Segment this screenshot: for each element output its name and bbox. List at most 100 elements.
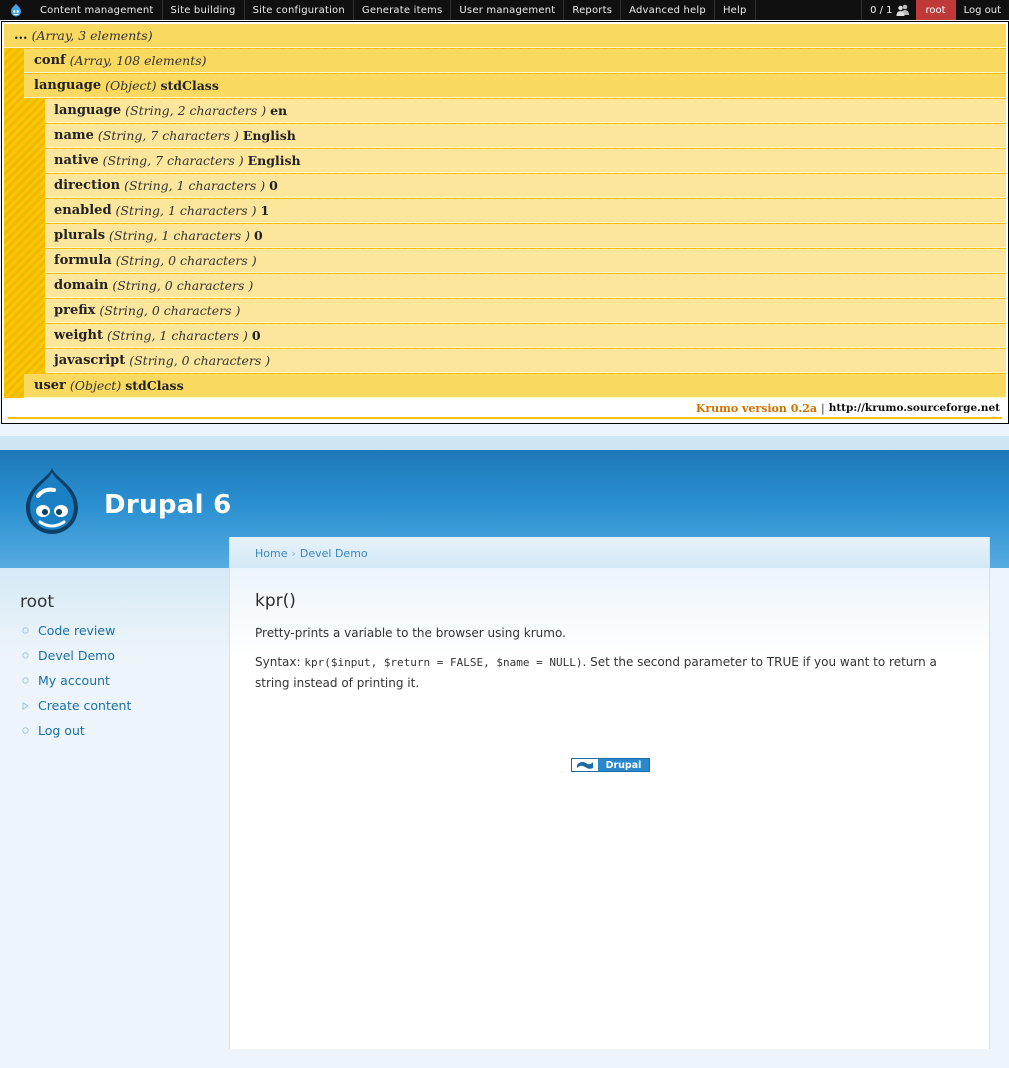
breadcrumb-home[interactable]: Home: [255, 547, 287, 560]
krumo-key: plurals: [54, 228, 106, 243]
krumo-dump: ... (Array, 3 elements) conf (Array, 108…: [1, 21, 1009, 424]
krumo-row-domain: domain (String, 0 characters ): [45, 274, 1006, 298]
sidebar-link[interactable]: My account: [38, 673, 110, 688]
krumo-value: stdClass: [160, 78, 219, 93]
triangle-bullet-icon: [22, 701, 38, 710]
krumo-type: (String, 0 characters ): [129, 353, 271, 368]
krumo-link[interactable]: http://krumo.sourceforge.net: [829, 402, 1000, 414]
syntax-text: Syntax: kpr($input, $return = FALSE, $na…: [255, 652, 964, 694]
krumo-type: (String, 7 characters ): [102, 153, 244, 168]
sidebar-menu: Code review Devel Demo My account Create…: [22, 618, 131, 743]
krumo-row-javascript: javascript (String, 0 characters ): [45, 349, 1006, 373]
krumo-row-direction: direction (String, 1 characters ) 0: [45, 174, 1006, 198]
krumo-row-conf[interactable]: conf (Array, 108 elements): [24, 49, 1006, 73]
menu-advanced-help[interactable]: Advanced help: [621, 0, 715, 20]
site-logo-icon[interactable]: [20, 466, 84, 536]
users-count: 0 / 1: [870, 4, 893, 16]
krumo-type: (String, 0 characters ): [112, 278, 254, 293]
krumo-row-language[interactable]: language (Object) stdClass: [24, 74, 1006, 98]
description: Pretty-prints a variable to the browser …: [255, 626, 566, 640]
admin-menu-items: Content management Site building Site co…: [32, 0, 756, 20]
krumo-row-plurals: plurals (String, 1 characters ) 0: [45, 224, 1006, 248]
krumo-key: ...: [14, 28, 28, 43]
krumo-type: (Array, 108 elements): [69, 53, 207, 68]
sidebar-item-log-out[interactable]: Log out: [22, 718, 131, 743]
powered-by-drupal-badge[interactable]: Drupal: [571, 758, 650, 772]
menu-user-management[interactable]: User management: [451, 0, 565, 20]
menu-help[interactable]: Help: [715, 0, 756, 20]
circle-bullet-icon: [22, 727, 38, 734]
sidebar-link[interactable]: Code review: [38, 623, 115, 638]
krumo-version: Krumo version 0.2a: [695, 401, 817, 415]
page-bottom: [229, 1049, 990, 1068]
krumo-type: (String, 1 characters ): [115, 203, 257, 218]
krumo-type: (String, 7 characters ): [97, 128, 239, 143]
users-online[interactable]: 0 / 1: [861, 0, 915, 20]
menu-content-management[interactable]: Content management: [32, 0, 163, 20]
krumo-type: (String, 1 characters ): [124, 178, 266, 193]
krumo-key: enabled: [54, 203, 112, 218]
krumo-value: 0: [253, 228, 263, 243]
menu-site-building[interactable]: Site building: [163, 0, 245, 20]
krumo-type: (String, 1 characters ): [109, 228, 250, 243]
page-title: kpr(): [255, 591, 296, 611]
menu-site-configuration[interactable]: Site configuration: [245, 0, 354, 20]
sidebar: root Code review Devel Demo My account C…: [0, 568, 229, 1068]
krumo-key: language: [34, 78, 102, 93]
krumo-value: English: [247, 153, 301, 168]
sidebar-link[interactable]: Log out: [38, 723, 85, 738]
krumo-key: weight: [54, 328, 103, 343]
krumo-row-native: native (String, 7 characters ) English: [45, 149, 1006, 173]
krumo-footer-separator: |: [820, 401, 825, 415]
krumo-value: English: [242, 128, 296, 143]
sidebar-link[interactable]: Devel Demo: [38, 648, 115, 663]
krumo-row-language-code: language (String, 2 characters ) en: [45, 99, 1006, 123]
krumo-key: prefix: [54, 303, 96, 318]
sidebar-item-code-review[interactable]: Code review: [22, 618, 131, 643]
drupal-drop-icon: [572, 759, 598, 771]
krumo-key: user: [34, 378, 66, 393]
admin-logout-link[interactable]: Log out: [956, 0, 1009, 20]
circle-bullet-icon: [22, 652, 38, 659]
krumo-key: direction: [54, 178, 121, 193]
breadcrumb: Home › Devel Demo: [230, 537, 989, 568]
krumo-value: 1: [260, 203, 270, 218]
menu-reports[interactable]: Reports: [564, 0, 622, 20]
krumo-key: native: [54, 153, 99, 168]
krumo-key: domain: [54, 278, 109, 293]
krumo-value: stdClass: [125, 378, 184, 393]
site-name[interactable]: Drupal 6: [104, 490, 232, 520]
sidebar-title: root: [20, 592, 55, 612]
current-user-link[interactable]: root: [915, 0, 956, 20]
krumo-row-user[interactable]: user (Object) stdClass: [24, 374, 1006, 398]
circle-bullet-icon: [22, 677, 38, 684]
admin-menu-bar: Content management Site building Site co…: [0, 0, 1009, 20]
krumo-value: 0: [251, 328, 261, 343]
main-content: Home › Devel Demo kpr() Pretty-prints a …: [229, 537, 990, 1049]
krumo-type: (Array, 3 elements): [31, 28, 153, 43]
krumo-row-enabled: enabled (String, 1 characters ) 1: [45, 199, 1006, 223]
sidebar-item-my-account[interactable]: My account: [22, 668, 131, 693]
krumo-type: (Object): [105, 78, 157, 93]
syntax-label: Syntax:: [255, 655, 305, 669]
breadcrumb-current[interactable]: Devel Demo: [300, 547, 368, 560]
krumo-tree: ... (Array, 3 elements) conf (Array, 108…: [4, 24, 1006, 398]
sidebar-link[interactable]: Create content: [38, 698, 131, 713]
breadcrumb-separator: ›: [291, 546, 296, 560]
krumo-row-weight: weight (String, 1 characters ) 0: [45, 324, 1006, 348]
sidebar-item-create-content[interactable]: Create content: [22, 693, 131, 718]
krumo-type: (String, 0 characters ): [115, 253, 257, 268]
krumo-row-formula: formula (String, 0 characters ): [45, 249, 1006, 273]
krumo-footer: Krumo version 0.2a | http://krumo.source…: [8, 399, 1002, 419]
powered-by-label: Drupal: [598, 759, 649, 771]
krumo-row-root[interactable]: ... (Array, 3 elements): [4, 24, 1006, 48]
drupal-logo-icon[interactable]: [0, 0, 32, 20]
circle-bullet-icon: [22, 627, 38, 634]
users-icon: [896, 4, 910, 16]
menu-generate-items[interactable]: Generate items: [354, 0, 452, 20]
sidebar-item-devel-demo[interactable]: Devel Demo: [22, 643, 131, 668]
krumo-value: en: [270, 103, 288, 118]
header-top-strip: [0, 436, 1009, 450]
krumo-key: javascript: [54, 353, 126, 368]
krumo-key: formula: [54, 253, 112, 268]
